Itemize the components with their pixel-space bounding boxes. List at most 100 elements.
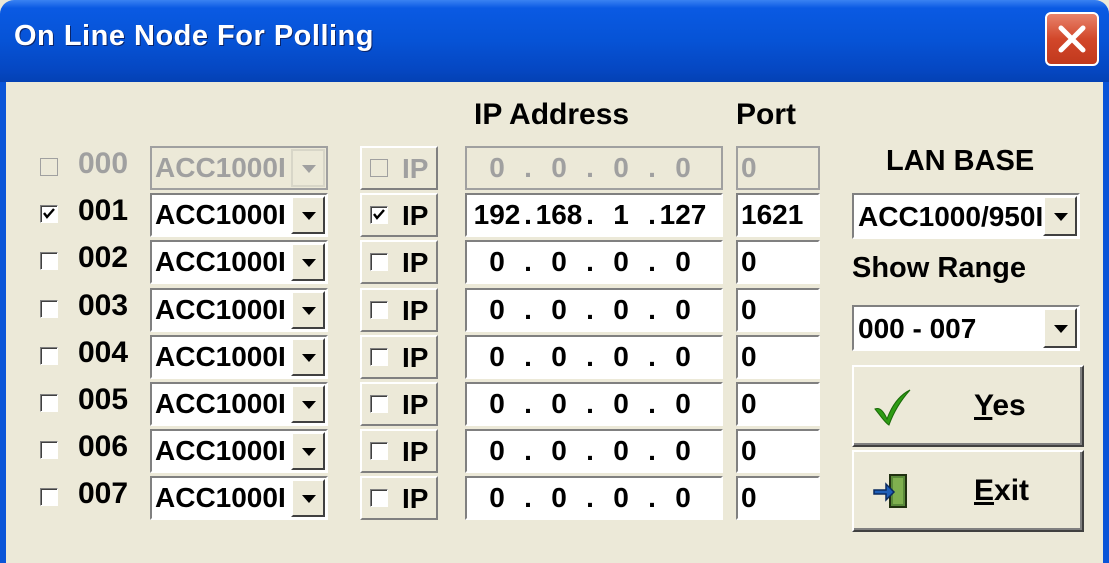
ip-dot: . (586, 435, 594, 466)
ip-checkbox[interactable] (370, 442, 388, 460)
node-base-dropdown-button[interactable] (291, 243, 325, 281)
port-field[interactable]: 1621 (736, 193, 820, 237)
ip-dot: . (586, 388, 594, 419)
node-base-dropdown-button[interactable] (291, 291, 325, 329)
node-checkbox[interactable] (40, 441, 58, 459)
ip-dot: . (524, 294, 532, 325)
ip-mode-checkbox[interactable]: IP (360, 193, 438, 237)
port-field[interactable]: 0 (736, 335, 820, 379)
port-field[interactable]: 0 (736, 240, 820, 284)
ip-address-field[interactable]: 192. 168. 1. 127 (465, 193, 723, 237)
port-field[interactable]: 0 (736, 476, 820, 520)
ip-checkbox[interactable] (370, 395, 388, 413)
port-field[interactable]: 0 (736, 146, 820, 190)
ip-address-field[interactable]: 0. 0. 0. 0 (465, 146, 723, 190)
chevron-down-icon (1054, 213, 1068, 221)
chevron-down-icon (302, 448, 316, 456)
ip-checkbox[interactable] (370, 253, 388, 271)
ip-octet: 127 (659, 199, 707, 230)
ip-octet: 0 (489, 341, 505, 372)
ip-octet: 0 (675, 388, 691, 419)
ip-octet: 0 (489, 482, 505, 513)
ip-address-field[interactable]: 0. 0. 0. 0 (465, 429, 723, 473)
port-field[interactable]: 0 (736, 382, 820, 426)
node-base-select[interactable]: ACC1000I (150, 240, 328, 284)
node-number: 004 (78, 336, 129, 369)
ip-dot: . (648, 152, 656, 183)
node-checkbox[interactable] (40, 300, 58, 318)
node-checkbox[interactable] (40, 394, 58, 412)
ip-address-field[interactable]: 0. 0. 0. 0 (465, 240, 723, 284)
node-checkbox[interactable] (40, 488, 58, 506)
ip-checkbox[interactable] (370, 489, 388, 507)
node-base-select[interactable]: ACC1000I (150, 382, 328, 426)
ip-dot: . (586, 482, 594, 513)
ip-checkbox[interactable] (370, 301, 388, 319)
chevron-down-icon (302, 259, 316, 267)
node-number: 006 (78, 430, 129, 463)
ip-mode-checkbox[interactable]: IP (360, 429, 438, 473)
ip-checkbox-label: IP (402, 342, 429, 373)
node-base-select[interactable]: ACC1000I (150, 146, 328, 190)
exit-button[interactable]: Exit (852, 450, 1084, 532)
close-icon (1058, 25, 1086, 53)
show-range-dropdown-button[interactable] (1043, 308, 1077, 348)
ip-mode-checkbox[interactable]: IP (360, 288, 438, 332)
ip-octet: 0 (613, 388, 629, 419)
ip-mode-checkbox[interactable]: IP (360, 146, 438, 190)
ip-octet: 0 (551, 388, 567, 419)
node-checkbox[interactable] (40, 252, 58, 270)
ip-checkbox-label: IP (402, 200, 429, 231)
ip-mode-checkbox[interactable]: IP (360, 476, 438, 520)
ip-address-field[interactable]: 0. 0. 0. 0 (465, 476, 723, 520)
ip-octet: 0 (551, 152, 567, 183)
show-range-value: 000 - 007 (858, 313, 977, 344)
node-checkbox[interactable] (40, 205, 58, 223)
ip-octet: 0 (675, 152, 691, 183)
node-base-dropdown-button[interactable] (291, 479, 325, 517)
ip-octet: 0 (675, 246, 691, 277)
show-range-select[interactable]: 000 - 007 (852, 305, 1080, 351)
exit-button-label: Exit (974, 474, 1030, 507)
node-base-dropdown-button[interactable] (291, 432, 325, 470)
ip-address-field[interactable]: 0. 0. 0. 0 (465, 382, 723, 426)
node-number: 005 (78, 383, 129, 416)
ip-mode-checkbox[interactable]: IP (360, 240, 438, 284)
close-button[interactable] (1045, 12, 1099, 66)
port-field[interactable]: 0 (736, 288, 820, 332)
yes-button[interactable]: Yes (852, 365, 1084, 447)
node-base-dropdown-button[interactable] (291, 385, 325, 423)
title-bar[interactable]: On Line Node For Polling (0, 0, 1109, 82)
ip-address-header: IP Address (474, 98, 630, 131)
node-number: 003 (78, 289, 129, 322)
ip-checkbox[interactable] (370, 159, 388, 177)
lan-base-dropdown-button[interactable] (1043, 196, 1077, 236)
chevron-down-icon (302, 495, 316, 503)
ip-address-field[interactable]: 0. 0. 0. 0 (465, 335, 723, 379)
ip-dot: . (648, 388, 656, 419)
node-base-dropdown-button[interactable] (291, 149, 325, 187)
node-checkbox[interactable] (40, 347, 58, 365)
ip-address-field[interactable]: 0. 0. 0. 0 (465, 288, 723, 332)
node-base-select[interactable]: ACC1000I (150, 193, 328, 237)
node-base-select[interactable]: ACC1000I (150, 288, 328, 332)
lan-base-select[interactable]: ACC1000/950I (852, 193, 1080, 239)
ip-mode-checkbox[interactable]: IP (360, 382, 438, 426)
node-base-select[interactable]: ACC1000I (150, 476, 328, 520)
ip-checkbox[interactable] (370, 206, 388, 224)
ip-mode-checkbox[interactable]: IP (360, 335, 438, 379)
port-field[interactable]: 0 (736, 429, 820, 473)
ip-octet: 0 (613, 294, 629, 325)
chevron-down-icon (302, 307, 316, 315)
ip-dot: . (524, 199, 532, 230)
node-base-dropdown-button[interactable] (291, 196, 325, 234)
ip-dot: . (586, 341, 594, 372)
node-base-value: ACC1000I (155, 435, 286, 466)
node-base-select[interactable]: ACC1000I (150, 335, 328, 379)
ip-dot: . (524, 152, 532, 183)
node-base-dropdown-button[interactable] (291, 338, 325, 376)
node-number: 002 (78, 241, 129, 274)
node-base-select[interactable]: ACC1000I (150, 429, 328, 473)
node-checkbox[interactable] (40, 158, 58, 176)
ip-checkbox[interactable] (370, 348, 388, 366)
